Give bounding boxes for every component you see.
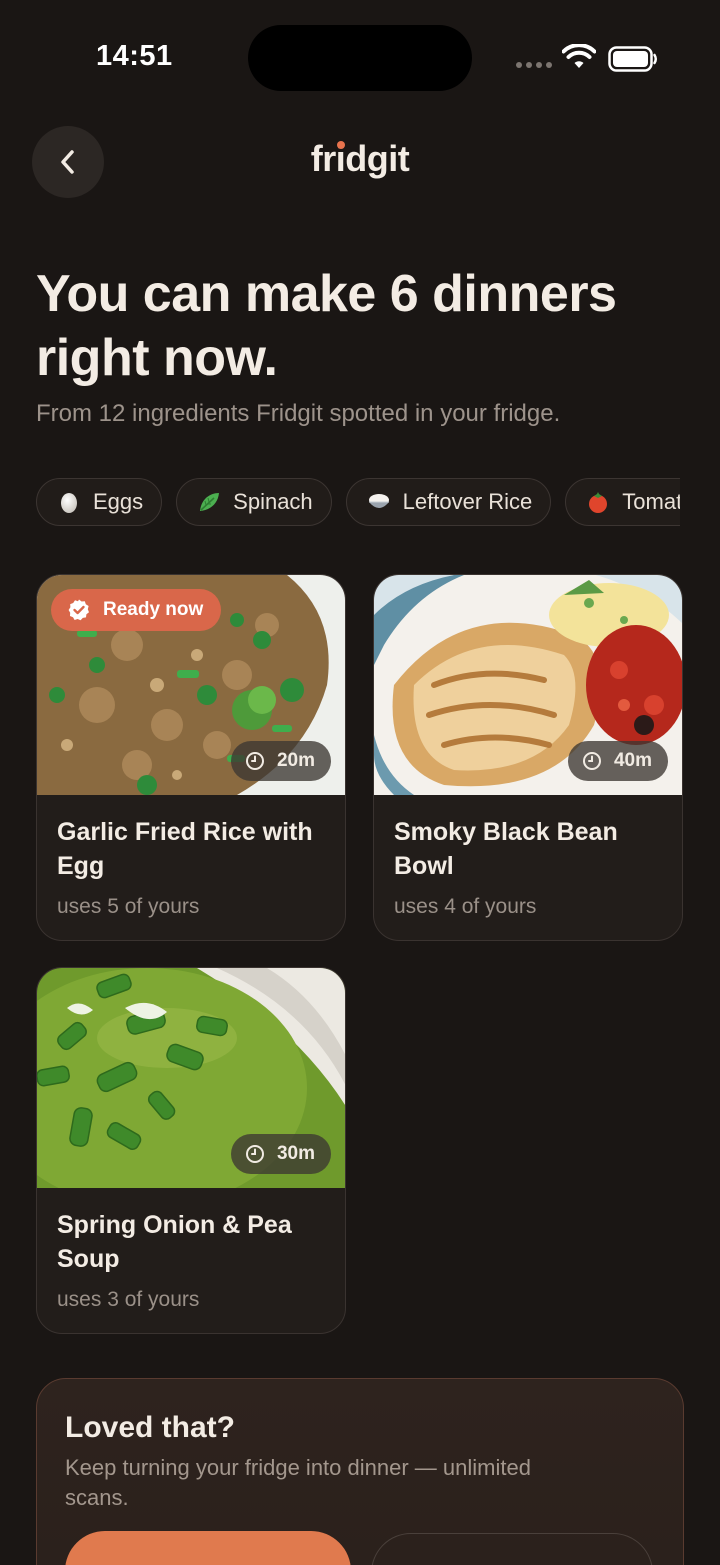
promo-description: Keep turning your fridge into dinner — u…	[65, 1455, 531, 1510]
ingredient-chip-spinach[interactable]: Spinach	[176, 478, 332, 526]
clock-icon	[582, 752, 601, 770]
recipe-ingredient-count: uses 4 of yours	[394, 895, 537, 918]
tomato-icon	[589, 492, 608, 513]
status-time: 14:51	[96, 40, 173, 72]
ingredient-chip-tomatoes[interactable]: Tomatoes	[565, 478, 680, 526]
ingredient-chip-list[interactable]: Eggs Spinach Leftover Rice Tomatoes	[36, 478, 680, 528]
ingredient-chip-leftover-rice[interactable]: Leftover Rice	[345, 478, 552, 526]
recipe-ingredient-count: uses 3 of yours	[57, 1288, 200, 1311]
ready-now-badge: Ready now	[51, 589, 222, 631]
app-logo: fridgit	[310, 138, 410, 179]
page-title: You can make 6 dinners right now.	[36, 265, 617, 387]
recipe-card-spring-onion-pea-soup[interactable]: 30m Spring Onion & Pea Soup uses 3 of yo…	[36, 967, 346, 1334]
recipe-card-garlic-fried-rice[interactable]: Ready now 20m Garlic Fried Rice with Egg…	[36, 574, 346, 941]
egg-icon	[61, 493, 77, 513]
recipe-title: Garlic Fried Rice with Egg	[57, 818, 313, 880]
recipe-ingredient-count: uses 5 of yours	[57, 895, 200, 918]
recipe-title: Smoky Black Bean Bowl	[394, 818, 618, 880]
cook-time-pill: 40m	[567, 741, 668, 781]
promo-secondary-button[interactable]	[371, 1533, 653, 1565]
clock-icon	[245, 752, 264, 770]
page-subtitle: From 12 ingredients Fridgit spotted in y…	[36, 400, 561, 427]
verified-check-icon	[68, 599, 89, 621]
promo-title: Loved that?	[65, 1411, 235, 1444]
recipe-card-smoky-black-bean-bowl[interactable]: 40m Smoky Black Bean Bowl uses 4 of your…	[373, 574, 683, 941]
wifi-icon	[562, 44, 596, 68]
cellular-signal-icon	[516, 62, 552, 68]
cook-time-pill: 30m	[230, 1134, 331, 1174]
dynamic-island	[248, 25, 472, 91]
spinach-icon	[200, 493, 220, 511]
cook-time-pill: 20m	[230, 741, 331, 781]
rice-bowl-icon	[368, 494, 389, 508]
recipe-title: Spring Onion & Pea Soup	[57, 1211, 292, 1273]
promo-primary-button[interactable]	[65, 1531, 351, 1565]
clock-icon	[245, 1145, 264, 1163]
upgrade-promo-card: Loved that? Keep turning your fridge int…	[36, 1378, 684, 1565]
battery-icon	[608, 46, 657, 72]
ingredient-chip-eggs[interactable]: Eggs	[36, 478, 163, 526]
